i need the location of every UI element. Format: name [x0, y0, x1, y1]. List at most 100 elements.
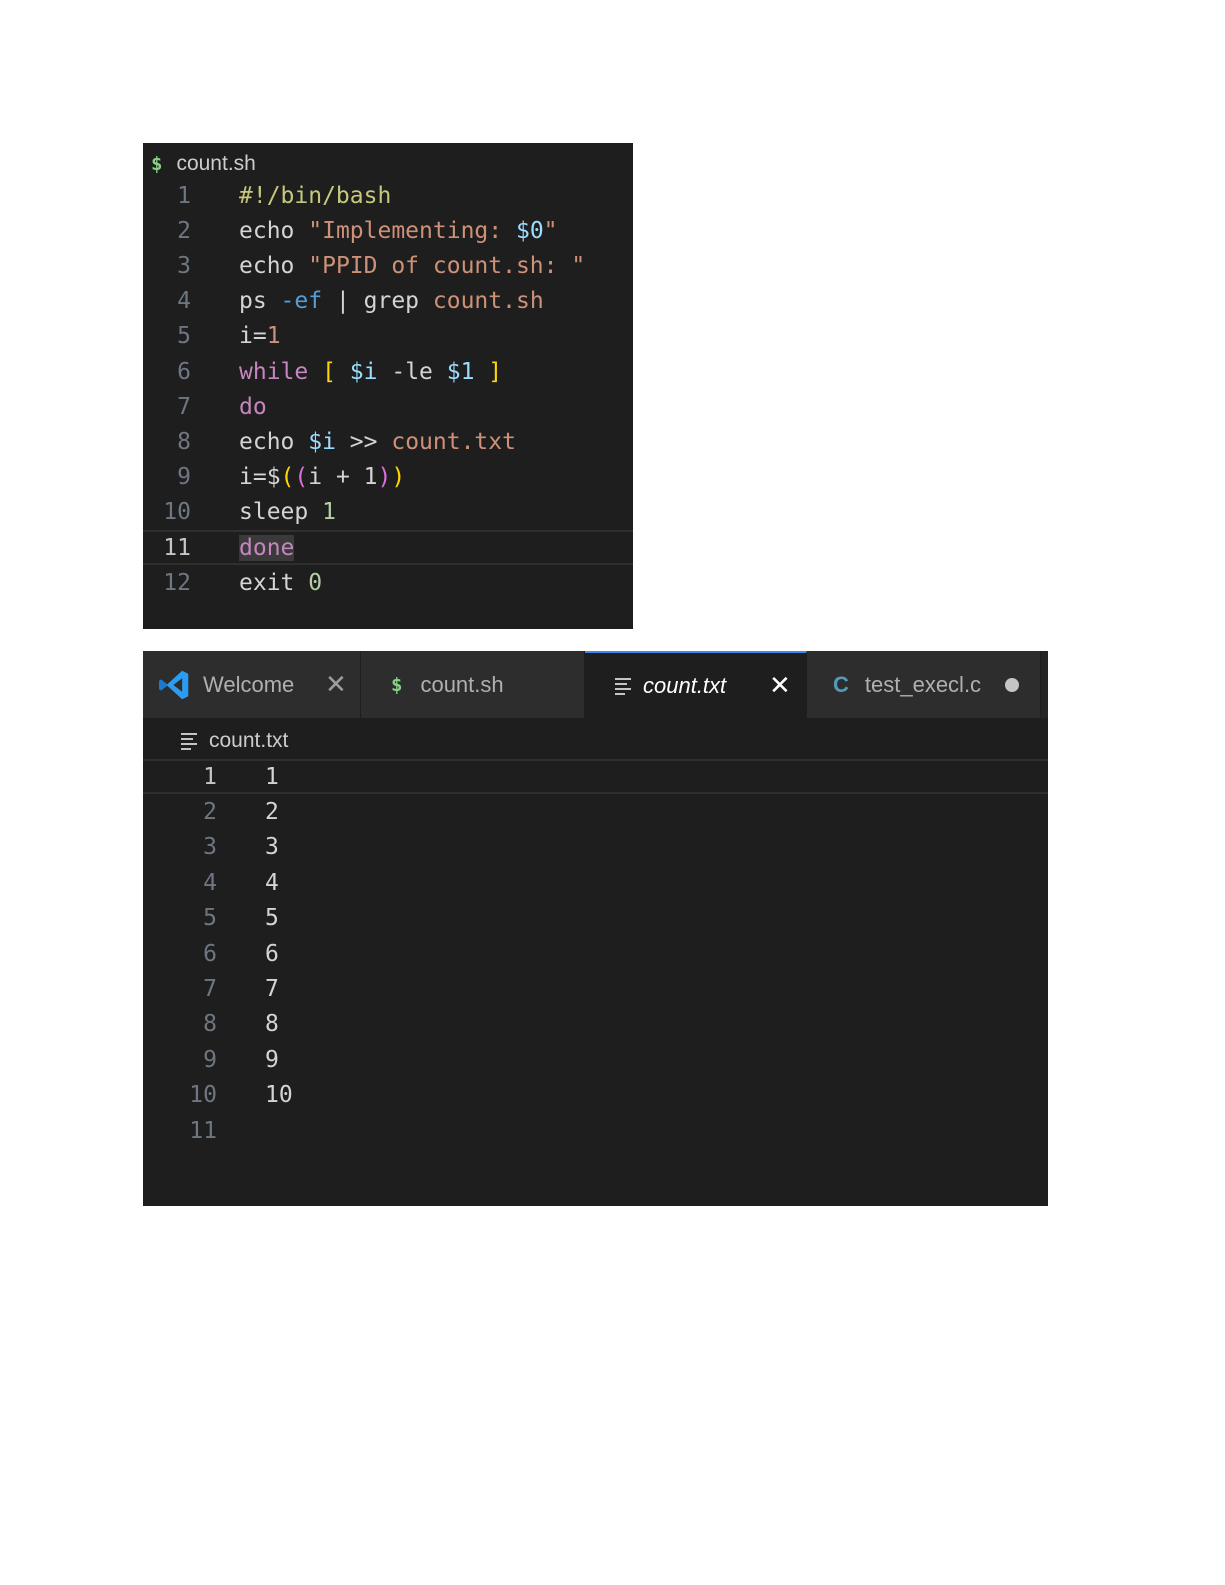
- line-number: 10: [189, 1082, 217, 1109]
- line-number: 4: [203, 869, 217, 896]
- code-line[interactable]: 8 echo $i >> count.txt: [143, 424, 633, 459]
- code-token: 0: [308, 569, 323, 596]
- line-number: 5: [203, 905, 217, 932]
- code-token: $i: [349, 358, 378, 385]
- code-line[interactable]: 99: [143, 1042, 1048, 1077]
- tab-label: test_execl.c: [864, 671, 982, 697]
- line-source: 7: [265, 975, 279, 1002]
- code-line[interactable]: 12 exit 0: [143, 565, 633, 600]
- code-token: do: [239, 393, 267, 420]
- code-line[interactable]: 33: [143, 830, 1048, 865]
- line-source: 3: [265, 834, 279, 861]
- line-source: 1: [265, 763, 279, 790]
- tab-count-sh[interactable]: $ count.sh: [361, 651, 585, 718]
- breadcrumb-filename: count.txt: [209, 729, 289, 752]
- close-icon[interactable]: ✕: [325, 669, 347, 700]
- unsaved-dot-icon[interactable]: [1005, 677, 1019, 692]
- line-number: 8: [203, 1011, 217, 1038]
- line-number: 7: [203, 975, 217, 1002]
- line-source: echo "PPID of count.sh: ": [239, 253, 585, 279]
- code-line[interactable]: 7 do: [143, 389, 633, 424]
- tab-welcome[interactable]: Welcome ✕: [143, 651, 361, 718]
- code-token: |: [322, 288, 364, 315]
- code-line[interactable]: 1 #!/bin/bash: [143, 178, 633, 213]
- line-source: sleep 1: [239, 499, 336, 525]
- code-line[interactable]: 4 ps -ef | grep count.sh: [143, 284, 633, 319]
- code-token: i: [239, 323, 253, 350]
- line-source: echo "Implementing: $0": [239, 218, 558, 244]
- code-line[interactable]: 2 echo "Implementing: $0": [143, 213, 633, 248]
- close-icon[interactable]: ✕: [769, 670, 791, 701]
- line-source: exit 0: [239, 570, 322, 596]
- code-token: -le: [377, 358, 447, 385]
- code-line[interactable]: 55: [143, 901, 1048, 936]
- line-number: 6: [177, 358, 191, 385]
- code-token: ps: [239, 288, 281, 315]
- line-source: i=$((i + 1)): [239, 464, 405, 490]
- code-line[interactable]: 66: [143, 936, 1048, 971]
- count-txt-editor: Welcome ✕ $ count.sh count.txt ✕ C test_…: [143, 651, 1048, 1206]
- line-source: do: [239, 394, 267, 420]
- code-token: ": [543, 217, 558, 244]
- code-token: grep: [363, 288, 433, 315]
- code-line[interactable]: 11: [143, 759, 1048, 794]
- code-token: i=$: [239, 464, 281, 491]
- code-token: >>: [335, 428, 392, 455]
- code-line[interactable]: 5 i=1: [143, 319, 633, 354]
- code-line[interactable]: 44: [143, 865, 1048, 900]
- tab-label: count.sh: [420, 671, 504, 697]
- line-source: 5: [265, 905, 279, 932]
- code-line[interactable]: 6 while [ $i -le $1 ]: [143, 354, 633, 389]
- line-number: 6: [203, 940, 217, 967]
- line-source: 9: [265, 1046, 279, 1073]
- line-source: 10: [265, 1082, 293, 1109]
- code-token: $0: [515, 217, 544, 244]
- code-line[interactable]: 77: [143, 971, 1048, 1006]
- breadcrumb[interactable]: count.txt: [181, 724, 288, 758]
- tab-test-execl-c[interactable]: C test_execl.c: [807, 651, 1041, 718]
- code-token: -ef: [280, 288, 323, 315]
- line-number: 9: [177, 464, 191, 491]
- c-language-icon: C: [833, 671, 849, 697]
- code-token: echo: [239, 217, 309, 244]
- line-source: done: [239, 534, 295, 561]
- line-number: 3: [177, 252, 191, 279]
- line-number: 10: [163, 499, 191, 526]
- code-line[interactable]: 22: [143, 794, 1048, 829]
- code-token: sleep: [239, 499, 323, 526]
- code-token: "PPID of count.sh: ": [308, 252, 586, 279]
- line-source: ps -ef | grep count.sh: [239, 288, 544, 314]
- line-number: 2: [177, 217, 191, 244]
- code-line[interactable]: 3 echo "PPID of count.sh: ": [143, 248, 633, 283]
- code-line[interactable]: 9 i=$((i + 1)): [143, 460, 633, 495]
- line-source: 8: [265, 1011, 279, 1038]
- line-number: 9: [203, 1046, 217, 1073]
- line-number: 4: [177, 288, 191, 315]
- line-source: 2: [265, 798, 279, 825]
- line-source: while [ $i -le $1 ]: [239, 359, 502, 385]
- code-line[interactable]: 10 10: [143, 1078, 1048, 1113]
- code-token: ]: [474, 358, 503, 385]
- code-token: =: [252, 323, 267, 350]
- code-token: i + 1: [308, 464, 378, 491]
- code-token: (: [294, 464, 309, 491]
- code-token: #!/bin/bash: [239, 182, 392, 209]
- line-source: #!/bin/bash: [239, 183, 391, 209]
- code-line[interactable]: 11 done: [143, 530, 633, 565]
- code-token: [: [322, 358, 350, 385]
- line-number: 1: [177, 182, 191, 209]
- code-token: while: [239, 358, 323, 385]
- code-line[interactable]: 10 sleep 1: [143, 495, 633, 530]
- count-sh-editor: $ count.sh 1 #!/bin/bash 2 echo "Implementi…: [143, 143, 633, 629]
- breadcrumb[interactable]: $ count.sh: [151, 147, 256, 181]
- code-token: ): [391, 464, 406, 491]
- code-line[interactable]: 88: [143, 1007, 1048, 1042]
- code-line[interactable]: 11: [143, 1113, 1048, 1148]
- code-token: $1: [446, 358, 475, 385]
- code-token: count.sh: [432, 288, 544, 315]
- code-token: done: [239, 534, 295, 561]
- code-token: 1: [266, 323, 281, 350]
- line-number: 7: [177, 393, 191, 420]
- tab-count-txt[interactable]: count.txt ✕: [585, 651, 807, 718]
- code-token: "Implementing:: [308, 217, 516, 244]
